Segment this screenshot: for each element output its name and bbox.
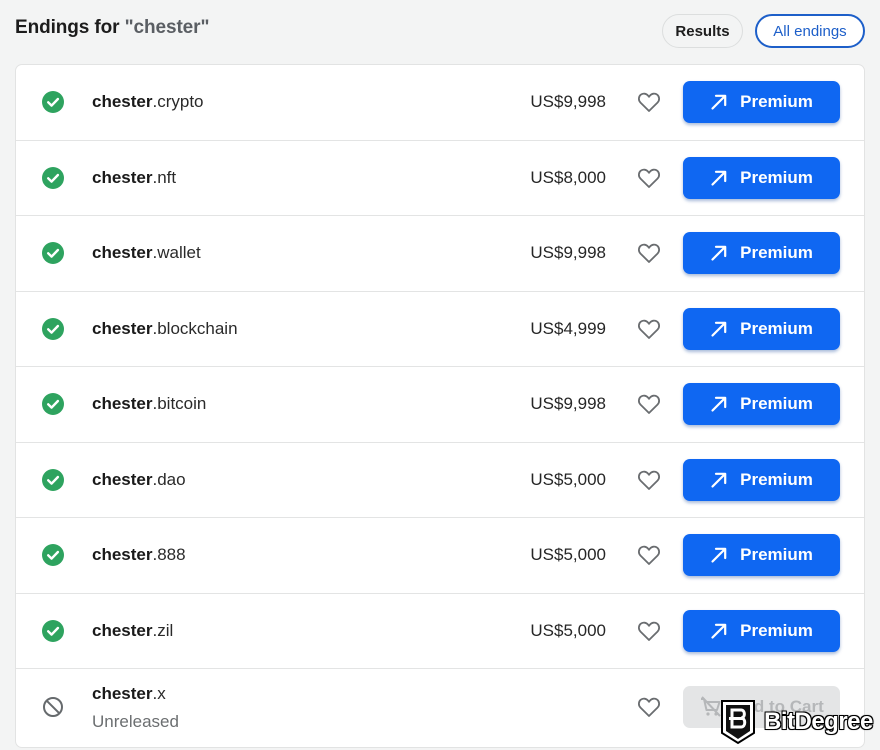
heart-outline-icon[interactable]	[637, 318, 661, 340]
premium-label: Premium	[740, 545, 813, 565]
list-item: chester.crypto US$9,998 Premium	[16, 65, 864, 141]
domain-name: chester.zil	[92, 620, 173, 642]
heart-outline-icon[interactable]	[637, 620, 661, 642]
list-item: chester.zil US$5,000 Premium	[16, 594, 864, 669]
domain-base: chester	[92, 394, 153, 414]
list-item: chester.dao US$5,000 Premium	[16, 443, 864, 518]
check-circle-icon	[42, 242, 64, 265]
status-text: Unreleased	[92, 711, 179, 731]
domain-name: chester.dao	[92, 469, 186, 491]
list-item: chester.bitcoin US$9,998 Premium	[16, 367, 864, 443]
check-circle-icon	[42, 91, 64, 114]
domain-base: chester	[92, 683, 153, 703]
heart-outline-icon[interactable]	[637, 167, 661, 189]
domain-tld: .blockchain	[152, 318, 238, 338]
domain-base: chester	[92, 318, 153, 338]
premium-button[interactable]: Premium	[683, 156, 840, 199]
results-list: chester.crypto US$9,998 Premium chester.…	[15, 64, 865, 748]
premium-label: Premium	[740, 92, 813, 112]
check-circle-icon	[42, 619, 64, 642]
domain-price: US$5,000	[530, 469, 606, 489]
premium-button[interactable]: Premium	[683, 609, 840, 652]
domain-price: US$4,999	[530, 318, 606, 338]
arrow-up-right-icon	[711, 623, 727, 639]
domain-price: US$9,998	[530, 394, 606, 414]
filter-all-endings-button[interactable]: All endings	[755, 14, 865, 48]
heart-outline-icon[interactable]	[637, 242, 661, 264]
domain-name: chester.x	[92, 683, 166, 705]
domain-name: chester.blockchain	[92, 318, 238, 340]
heart-outline-icon[interactable]	[637, 696, 661, 718]
domain-price: US$8,000	[530, 167, 606, 187]
premium-button[interactable]: Premium	[683, 534, 840, 577]
arrow-up-right-icon	[711, 94, 727, 110]
domain-base: chester	[92, 469, 153, 489]
arrow-up-right-icon	[711, 547, 727, 563]
domain-base: chester	[92, 620, 153, 640]
header: Endings for "chester" Results All ending…	[0, 0, 880, 64]
title-prefix: Endings for	[15, 17, 125, 38]
domain-tld: .888	[152, 545, 186, 565]
arrow-up-right-icon	[711, 321, 727, 337]
check-circle-icon	[42, 544, 64, 567]
prohibited-icon	[43, 696, 63, 717]
check-circle-icon	[42, 393, 64, 416]
arrow-up-right-icon	[711, 245, 727, 261]
domain-name: chester.nft	[92, 167, 176, 189]
bitdegree-watermark: BitDegree	[720, 699, 874, 745]
domain-tld: .x	[152, 683, 166, 703]
premium-button[interactable]: Premium	[683, 383, 840, 426]
check-circle-icon	[42, 166, 64, 189]
domain-base: chester	[92, 92, 153, 112]
arrow-up-right-icon	[711, 396, 727, 412]
domain-price: US$9,998	[530, 92, 606, 112]
premium-button[interactable]: Premium	[683, 307, 840, 350]
premium-button[interactable]: Premium	[683, 232, 840, 275]
heart-outline-icon[interactable]	[637, 91, 661, 113]
premium-label: Premium	[740, 394, 813, 414]
domain-base: chester	[92, 545, 153, 565]
check-circle-icon	[42, 317, 64, 340]
list-item: chester.wallet US$9,998 Premium	[16, 216, 864, 292]
premium-label: Premium	[740, 243, 813, 263]
watermark-text: BitDegree	[763, 707, 874, 736]
domain-name: chester.crypto	[92, 91, 204, 113]
premium-button[interactable]: Premium	[683, 458, 840, 501]
list-item: chester.nft US$8,000 Premium	[16, 141, 864, 216]
check-circle-icon	[42, 468, 64, 491]
domain-price: US$5,000	[530, 620, 606, 640]
domain-tld: .wallet	[152, 243, 201, 263]
premium-label: Premium	[740, 318, 813, 338]
heart-outline-icon[interactable]	[637, 544, 661, 566]
domain-price: US$9,998	[530, 243, 606, 263]
list-item: chester.blockchain US$4,999 Premium	[16, 292, 864, 367]
domain-price: US$5,000	[530, 545, 606, 565]
list-item: chester.888 US$5,000 Premium	[16, 518, 864, 594]
heart-outline-icon[interactable]	[637, 469, 661, 491]
domain-tld: .dao	[152, 469, 186, 489]
filter-results-button[interactable]: Results	[662, 14, 743, 48]
premium-label: Premium	[740, 167, 813, 187]
arrow-up-right-icon	[711, 170, 727, 186]
domain-tld: .crypto	[152, 92, 204, 112]
domain-name: chester.wallet	[92, 242, 201, 264]
domain-tld: .bitcoin	[152, 394, 207, 414]
arrow-up-right-icon	[711, 472, 727, 488]
bitdegree-logo-icon	[721, 700, 755, 745]
domain-name: chester.888	[92, 544, 186, 566]
domain-name: chester.bitcoin	[92, 393, 206, 415]
domain-base: chester	[92, 167, 153, 187]
premium-label: Premium	[740, 469, 813, 489]
domain-tld: .nft	[152, 167, 177, 187]
premium-label: Premium	[740, 620, 813, 640]
heart-outline-icon[interactable]	[637, 393, 661, 415]
premium-button[interactable]: Premium	[683, 81, 840, 124]
domain-base: chester	[92, 243, 153, 263]
domain-tld: .zil	[152, 620, 174, 640]
search-query: "chester"	[124, 17, 210, 38]
page-title: Endings for "chester"	[15, 17, 209, 39]
